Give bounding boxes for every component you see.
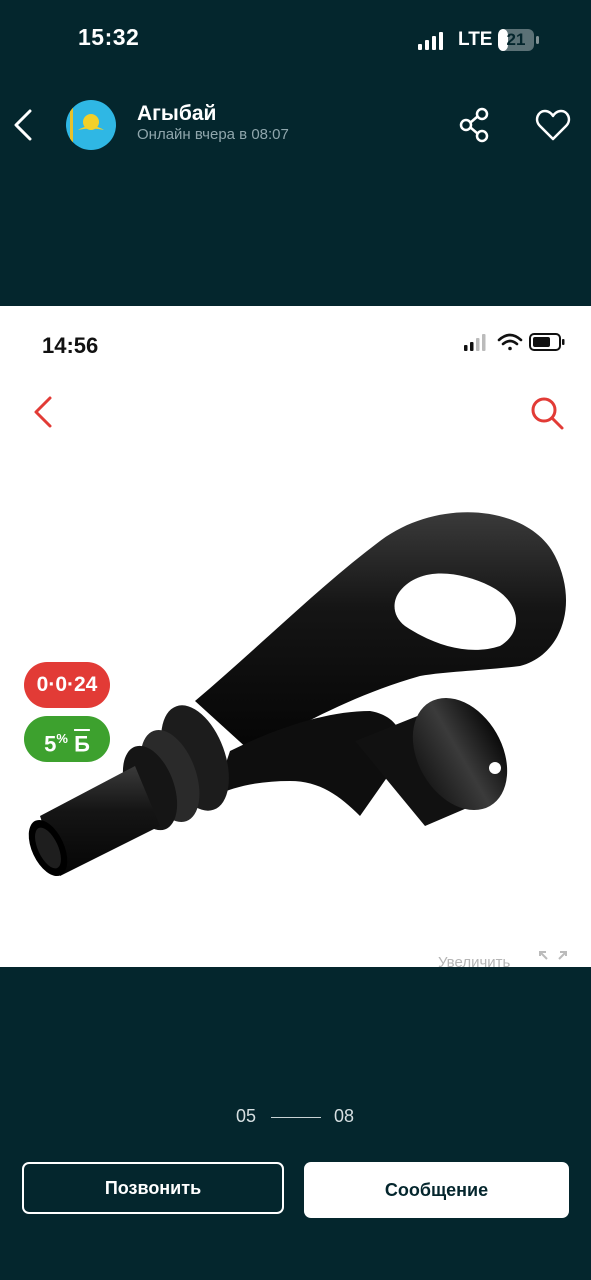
installment-badge: 0·0·24 [24, 662, 110, 708]
listing-photo[interactable]: 14:56 0·0·24 5% Б Увеличить [0, 306, 591, 967]
bonus-value: 5 [44, 731, 57, 757]
expand-icon[interactable] [538, 950, 568, 967]
battery-level: 21 [506, 30, 526, 49]
network-label: LTE [458, 29, 493, 50]
status-time: 15:32 [78, 24, 140, 50]
back-arrow-icon[interactable] [30, 394, 56, 430]
share-icon[interactable] [458, 107, 492, 143]
message-button[interactable]: Сообщение [304, 1162, 569, 1218]
call-button[interactable]: Позвонить [22, 1162, 284, 1214]
bonus-badge: 5% Б [24, 716, 110, 762]
wifi-icon [497, 333, 523, 351]
search-icon[interactable] [528, 394, 566, 432]
bonus-letter: Б [74, 731, 90, 757]
signal-icon [464, 334, 486, 351]
battery-icon [529, 333, 565, 351]
zoom-label[interactable]: Увеличить [438, 954, 510, 967]
back-arrow-icon[interactable] [10, 108, 36, 142]
seller-status: Онлайн вчера в 08:07 [137, 126, 289, 143]
inner-status-icons [464, 333, 565, 351]
bonus-percent: % [56, 731, 68, 746]
battery-icon: 21 [498, 28, 540, 52]
inner-status-time: 14:56 [42, 333, 99, 358]
seller-name[interactable]: Агыбай [137, 102, 216, 126]
kazakhstan-flag-avatar [66, 100, 116, 150]
heart-icon[interactable] [535, 108, 571, 142]
pager-total: 08 [334, 1106, 355, 1126]
seller-avatar[interactable] [66, 100, 116, 150]
pager-divider [271, 1117, 321, 1118]
pager-current: 05 [236, 1106, 257, 1126]
signal-icon [418, 32, 443, 50]
